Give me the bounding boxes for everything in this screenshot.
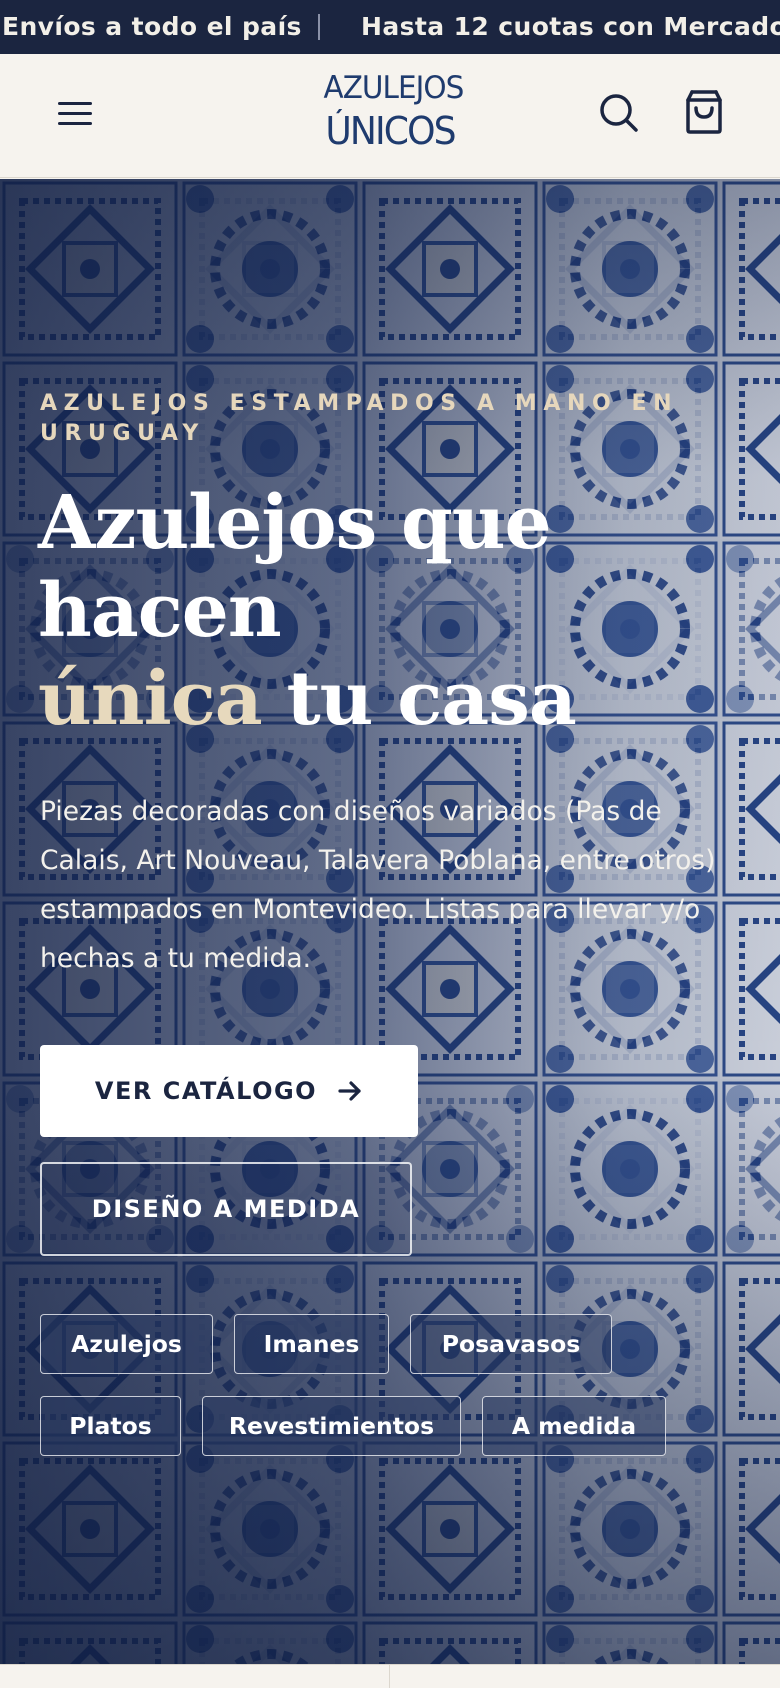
category-chip-platos[interactable]: Platos — [40, 1396, 181, 1456]
announcement-bar: Envíos a todo el país Hasta 12 cuotas co… — [0, 0, 780, 54]
announcement-divider — [318, 14, 320, 40]
chip-label: Imanes — [263, 1330, 360, 1358]
chip-label: Azulejos — [71, 1330, 182, 1358]
headline-accent: única — [38, 656, 263, 742]
category-chip-azulejos[interactable]: Azulejos — [40, 1314, 213, 1374]
logo-line-1: AZULEJOS — [323, 70, 465, 106]
headline-rest: tu casa — [261, 656, 576, 742]
custom-design-label: DISEÑO A MEDIDA — [91, 1195, 361, 1223]
hamburger-menu-icon[interactable] — [52, 94, 100, 134]
view-catalog-button[interactable]: VER CATÁLOGO — [40, 1045, 418, 1137]
search-icon[interactable] — [592, 86, 644, 138]
chip-label: A medida — [511, 1412, 637, 1440]
view-catalog-label: VER CATÁLOGO — [94, 1077, 318, 1105]
shopping-bag-icon[interactable] — [678, 86, 730, 138]
category-chip-revestimientos[interactable]: Revestimientos — [202, 1396, 461, 1456]
headline-line-2: hacen — [38, 568, 282, 654]
chip-label: Revestimientos — [228, 1412, 435, 1440]
section-divider — [389, 1665, 390, 1688]
logo-line-2: ÚNICOS — [325, 109, 456, 153]
hero-eyebrow: AZULEJOS ESTAMPADOS A MANO EN URUGUAY — [40, 391, 679, 446]
category-chip-posavasos[interactable]: Posavasos — [410, 1314, 612, 1374]
site-header: AZULEJOS ÚNICOS — [0, 54, 780, 178]
announcement-shipping: Envíos a todo el país — [2, 12, 302, 41]
hero-section: AZULEJOS ESTAMPADOS A MANO EN URUGUAY Az… — [0, 179, 780, 1664]
headline-line-1: Azulejos que — [38, 480, 552, 566]
category-chip-imanes[interactable]: Imanes — [234, 1314, 389, 1374]
chip-label: Posavasos — [441, 1330, 581, 1358]
announcement-installments: Hasta 12 cuotas con Mercado P — [361, 12, 780, 41]
chip-label: Platos — [69, 1412, 152, 1440]
brand-logo[interactable]: AZULEJOS ÚNICOS — [320, 68, 465, 164]
next-section-edge — [0, 1664, 780, 1688]
hero-headline: Azulejos que hacen única tu casa — [38, 479, 678, 743]
category-chip-a-medida[interactable]: A medida — [482, 1396, 666, 1456]
custom-design-button[interactable]: DISEÑO A MEDIDA — [40, 1162, 412, 1256]
arrow-right-icon — [338, 1081, 361, 1101]
hero-description: Piezas decoradas con diseños variados (P… — [40, 796, 716, 974]
